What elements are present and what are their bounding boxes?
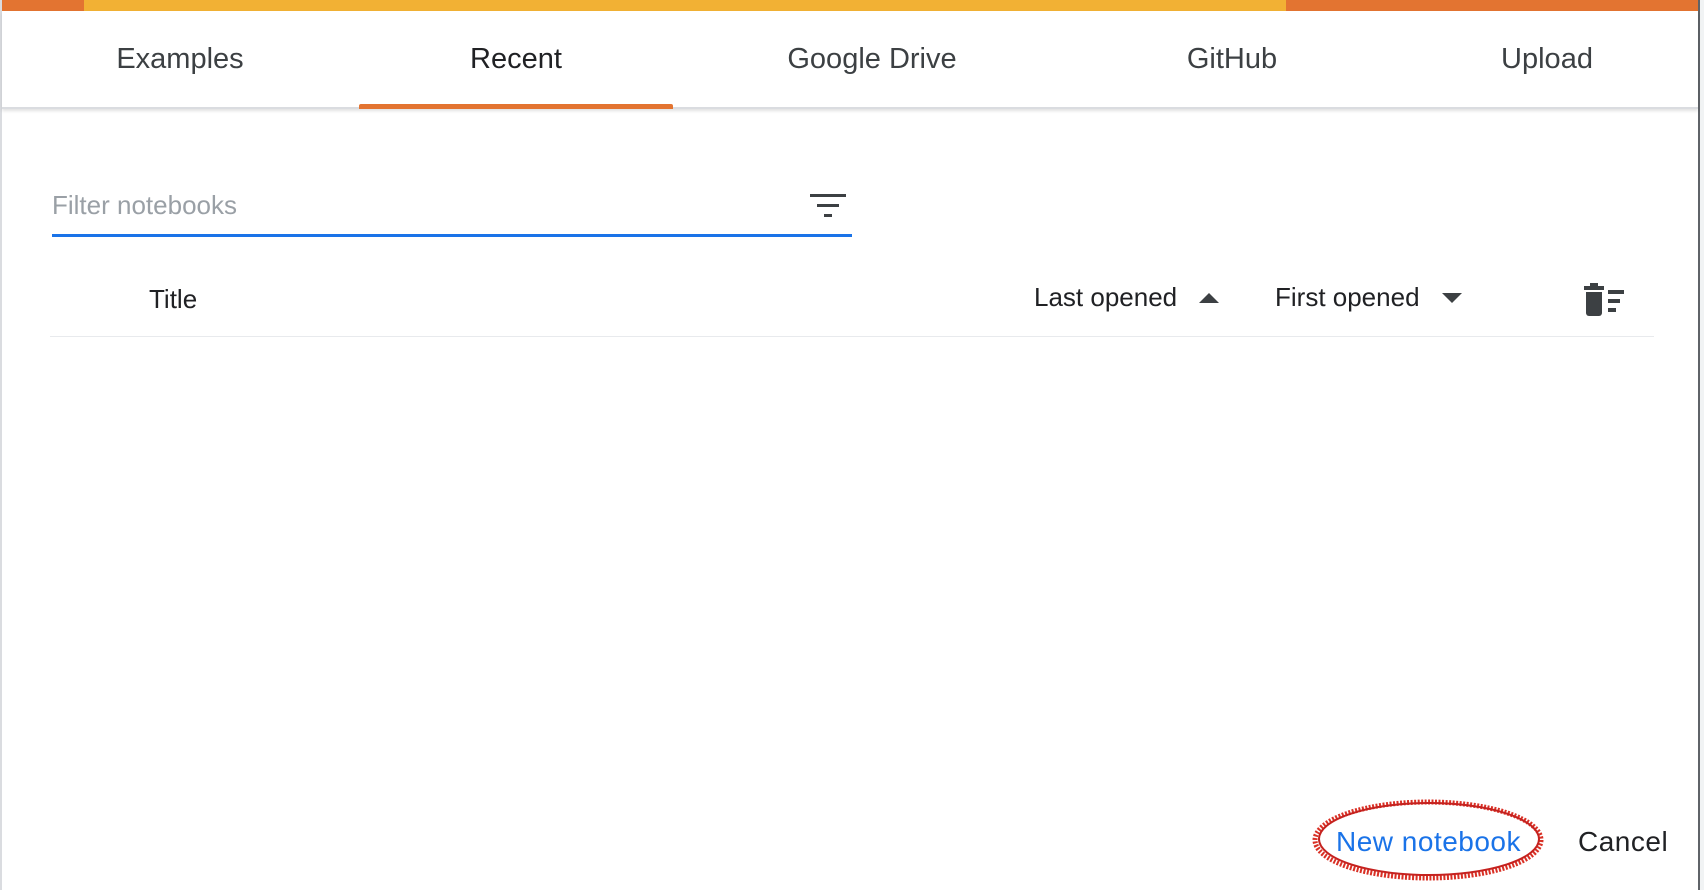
accent-left-cap — [2, 0, 84, 11]
column-title: Title — [149, 284, 198, 314]
active-tab-indicator — [359, 104, 673, 109]
tab-upload-label: Upload — [1501, 42, 1593, 75]
tab-google-drive[interactable]: Google Drive — [722, 11, 1022, 107]
arrow-up-icon — [1199, 292, 1220, 303]
top-accent-bar — [2, 0, 1698, 11]
new-notebook-button[interactable]: New notebook — [1336, 826, 1521, 858]
open-notebook-dialog: Examples Recent Google Drive GitHub Uplo… — [0, 0, 1698, 890]
page: Examples Recent Google Drive GitHub Uplo… — [0, 0, 1704, 890]
cancel-button[interactable]: Cancel — [1578, 826, 1668, 858]
filter-field — [52, 180, 852, 237]
delete-sweep-icon[interactable] — [1582, 282, 1626, 318]
column-first-opened-label: First opened — [1275, 282, 1420, 312]
tab-recent[interactable]: Recent — [359, 11, 673, 109]
background-divider — [1698, 0, 1700, 890]
sort-last-opened[interactable]: Last opened — [1034, 282, 1220, 313]
sort-first-opened[interactable]: First opened — [1275, 282, 1462, 313]
accent-right-cap — [1286, 0, 1698, 11]
tab-google-drive-label: Google Drive — [787, 42, 957, 75]
tab-examples[interactable]: Examples — [42, 11, 318, 107]
tab-upload[interactable]: Upload — [1422, 11, 1672, 107]
filter-notebooks-input[interactable] — [52, 180, 772, 230]
table-header-row: Title Last opened First opened — [50, 262, 1654, 337]
column-last-opened-label: Last opened — [1034, 282, 1178, 312]
tab-github[interactable]: GitHub — [1082, 11, 1382, 107]
tab-bar: Examples Recent Google Drive GitHub Uplo… — [2, 11, 1698, 109]
tab-github-label: GitHub — [1186, 42, 1278, 75]
tab-recent-label: Recent — [470, 42, 562, 75]
filter-list-icon[interactable] — [808, 190, 848, 222]
background-app-edge — [1698, 0, 1704, 890]
tab-examples-label: Examples — [116, 42, 244, 75]
arrow-down-icon — [1441, 292, 1462, 303]
